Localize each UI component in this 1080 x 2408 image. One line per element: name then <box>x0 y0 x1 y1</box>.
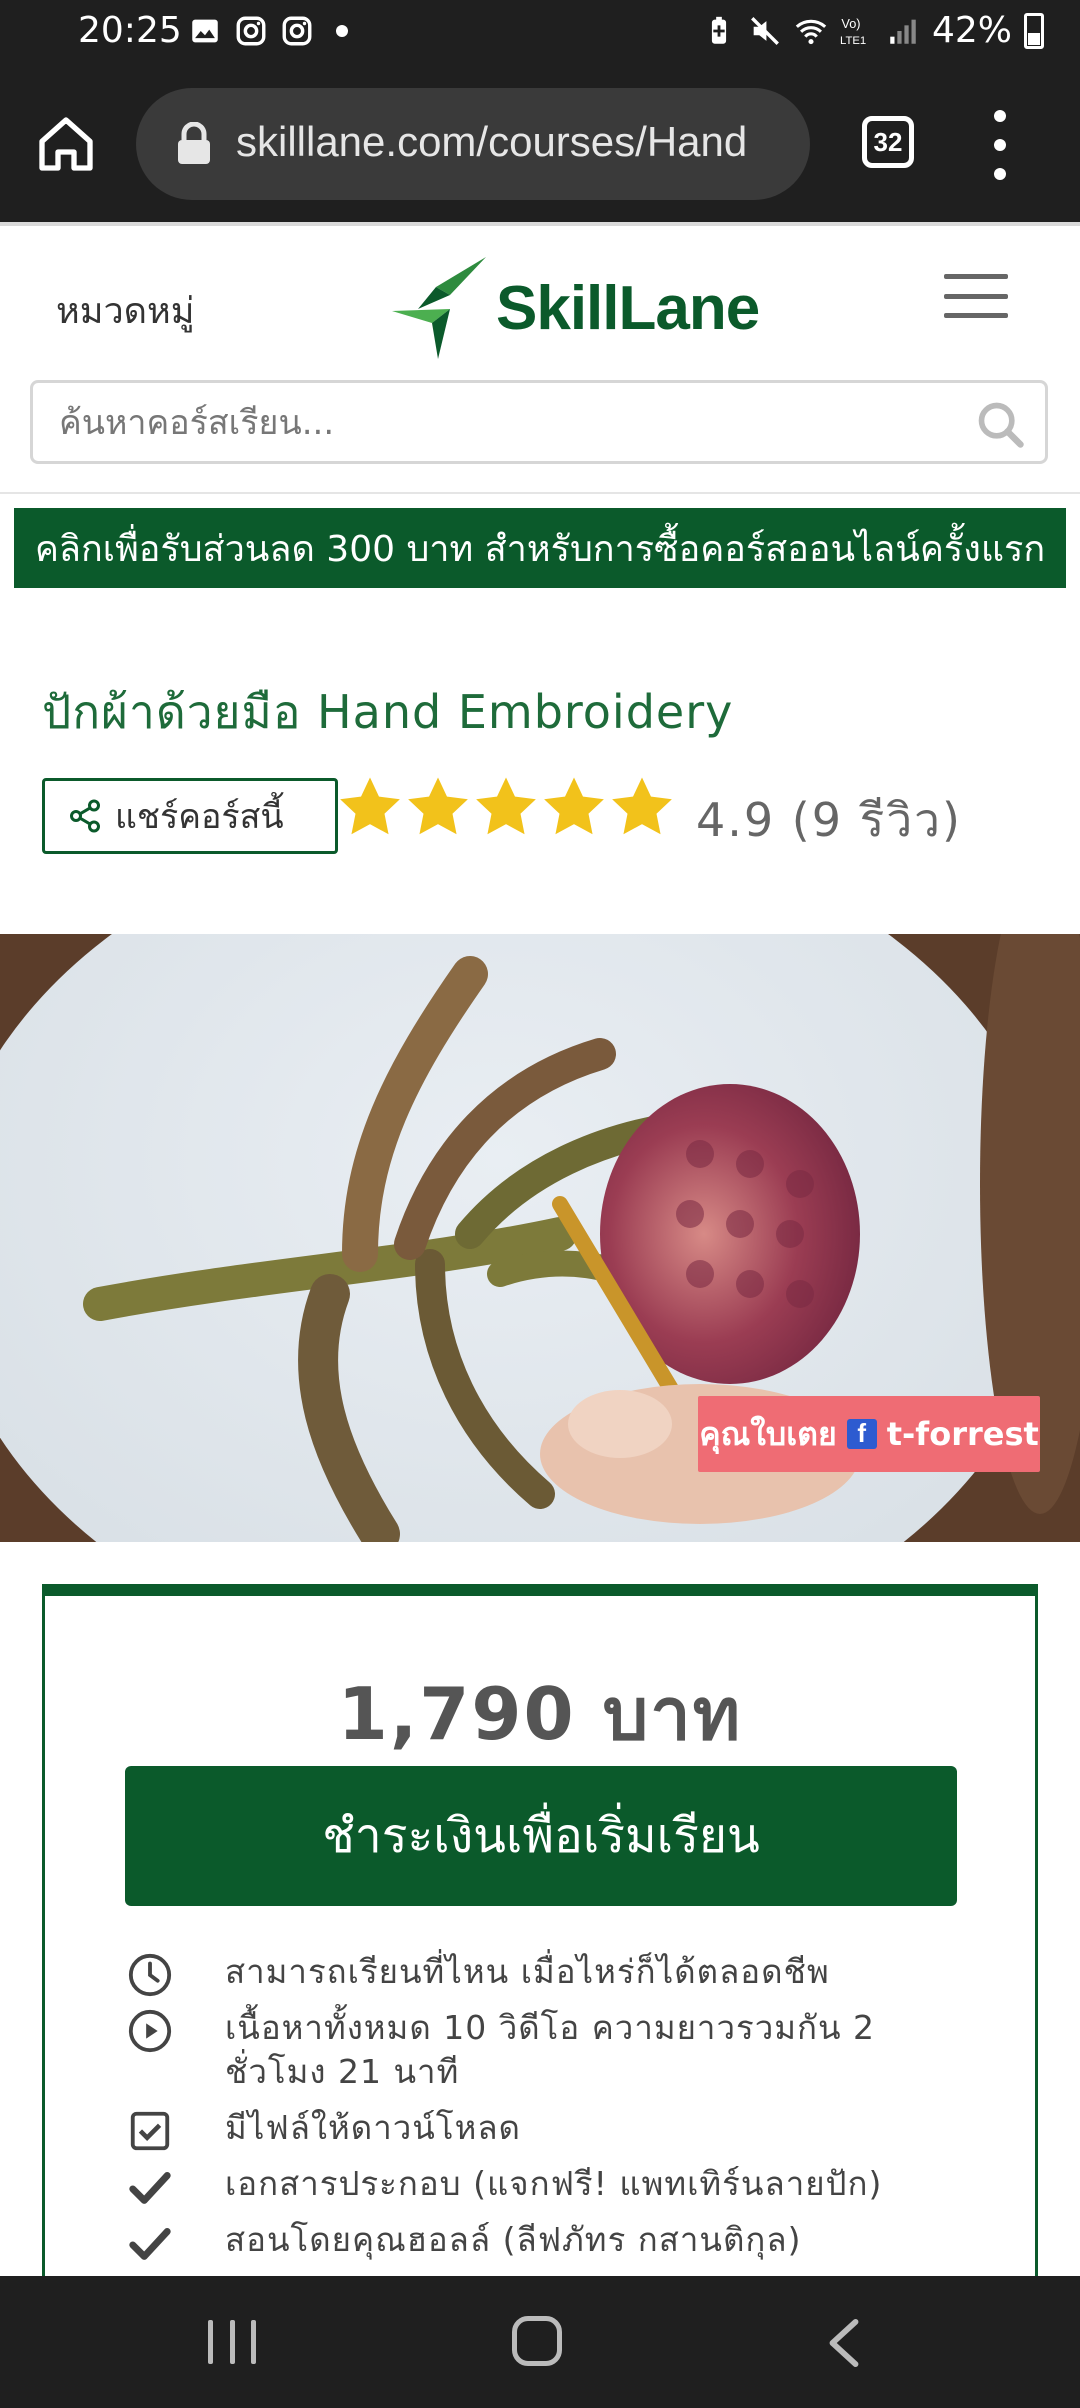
enroll-button[interactable]: ชำระเงินเพื่อเริ่มเรียน <box>125 1766 957 1906</box>
battery-percent: 42% <box>931 10 1012 51</box>
battery-icon <box>1024 12 1044 49</box>
price-card: 1,790 บาท ชำระเงินเพื่อเริ่มเรียน สามารถ… <box>42 1584 1038 2284</box>
feature-text: สอนโดยคุณฮอลล์ (ลีฟภัทร กสานติกุล) <box>225 2220 802 2259</box>
search-box <box>30 380 1048 464</box>
back-icon[interactable] <box>822 2318 866 2368</box>
rating-text: 4.9 (9 รีวิว) <box>696 793 962 847</box>
search-input[interactable] <box>59 393 939 453</box>
feature-item: มีไฟล์ให้ดาวน์โหลด <box>127 2106 987 2151</box>
clock-icon <box>128 1953 172 1997</box>
home-nav-icon[interactable] <box>512 2316 562 2366</box>
address-bar[interactable]: skilllane.com/courses/Hand <box>136 88 810 200</box>
promo-banner[interactable]: คลิกเพื่อรับส่วนลด 300 บาท สำหรับการซื้อ… <box>14 508 1066 588</box>
skilllane-logo[interactable]: SkillLane <box>388 248 760 368</box>
feature-text: เอกสารประกอบ (แจกฟรี! แพทเทิร์นลายปัก) <box>225 2164 883 2203</box>
instagram-icon <box>282 16 312 46</box>
search-icon[interactable] <box>975 399 1027 451</box>
play-circle-icon <box>128 2009 172 2053</box>
wifi-icon <box>795 19 827 44</box>
image-icon <box>192 19 218 43</box>
star-icon <box>476 777 536 835</box>
feature-text: สามารถเรียนที่ไหน เมื่อไหร่ก็ได้ตลอดชีพ <box>225 1952 830 1991</box>
mute-icon <box>751 16 779 45</box>
battery-saver-icon <box>711 16 727 44</box>
feature-text: เนื้อหาทั้งหมด 10 วิดีโอ ความยาวรวมกัน 2… <box>225 2008 876 2091</box>
logo-text: SkillLane <box>496 273 760 343</box>
feature-item: สามารถเรียนที่ไหน เมื่อไหร่ก็ได้ตลอดชีพ <box>127 1950 987 1997</box>
share-label: แชร์คอร์สนี้ <box>115 798 284 836</box>
checkmark-icon <box>129 2228 171 2260</box>
share-icon <box>70 799 100 833</box>
category-menu-link[interactable]: หมวดหมู่ <box>56 282 195 339</box>
site-header: หมวดหมู่ SkillLane <box>0 222 1080 494</box>
star-icon <box>340 777 400 835</box>
logo-mark-icon <box>392 257 486 359</box>
tabs-button[interactable]: 32 <box>862 116 914 168</box>
recents-icon[interactable] <box>208 2320 256 2364</box>
svg-text:LTE1: LTE1 <box>840 34 866 46</box>
feature-list: สามารถเรียนที่ไหน เมื่อไหร่ก็ได้ตลอดชีพเ… <box>127 1950 987 2274</box>
course-title: ปักผ้าด้วยมือ Hand Embroidery <box>42 685 734 739</box>
instagram-icon <box>236 16 266 46</box>
dot-icon <box>336 25 348 37</box>
system-nav-bar <box>0 2276 1080 2408</box>
checkmark-icon <box>129 2172 171 2204</box>
credit-handle: t-forrest <box>886 1415 1039 1453</box>
volte-icon: Vo) LTE1 <box>840 16 866 47</box>
feature-text: มีไฟล์ให้ดาวน์โหลด <box>225 2108 521 2147</box>
svg-text:Vo): Vo) <box>841 16 860 31</box>
course-price: 1,790 บาท <box>337 1672 743 1756</box>
status-time: 20:25 <box>78 10 182 51</box>
checkbox-icon <box>130 2111 170 2151</box>
star-icon <box>612 777 672 835</box>
facebook-icon: f <box>846 1418 877 1449</box>
hamburger-menu-icon[interactable] <box>944 274 1008 318</box>
feature-item: เอกสารประกอบ (แจกฟรี! แพทเทิร์นลายปัก) <box>127 2162 987 2206</box>
feature-item: สอนโดยคุณฮอลล์ (ลีฟภัทร กสานติกุล) <box>127 2218 987 2262</box>
credit-badge: คุณใบเตย f t-forrest <box>698 1396 1040 1472</box>
url-text[interactable]: skilllane.com/courses/Hand <box>236 118 796 166</box>
share-course-button[interactable]: แชร์คอร์สนี้ <box>42 778 338 854</box>
browser-toolbar: skilllane.com/courses/Hand 32 <box>0 66 1080 222</box>
home-icon[interactable] <box>34 112 98 176</box>
signal-icon <box>890 19 916 44</box>
star-icon <box>544 777 604 835</box>
more-menu-icon[interactable] <box>990 110 1010 180</box>
lock-icon <box>178 122 210 164</box>
star-rating <box>338 776 674 840</box>
status-bar: 20:25 Vo) LTE1 42% <box>0 0 1080 66</box>
credit-name: คุณใบเตย <box>699 1414 837 1453</box>
feature-item: เนื้อหาทั้งหมด 10 วิดีโอ ความยาวรวมกัน 2… <box>127 2006 987 2094</box>
star-icon <box>408 777 468 835</box>
